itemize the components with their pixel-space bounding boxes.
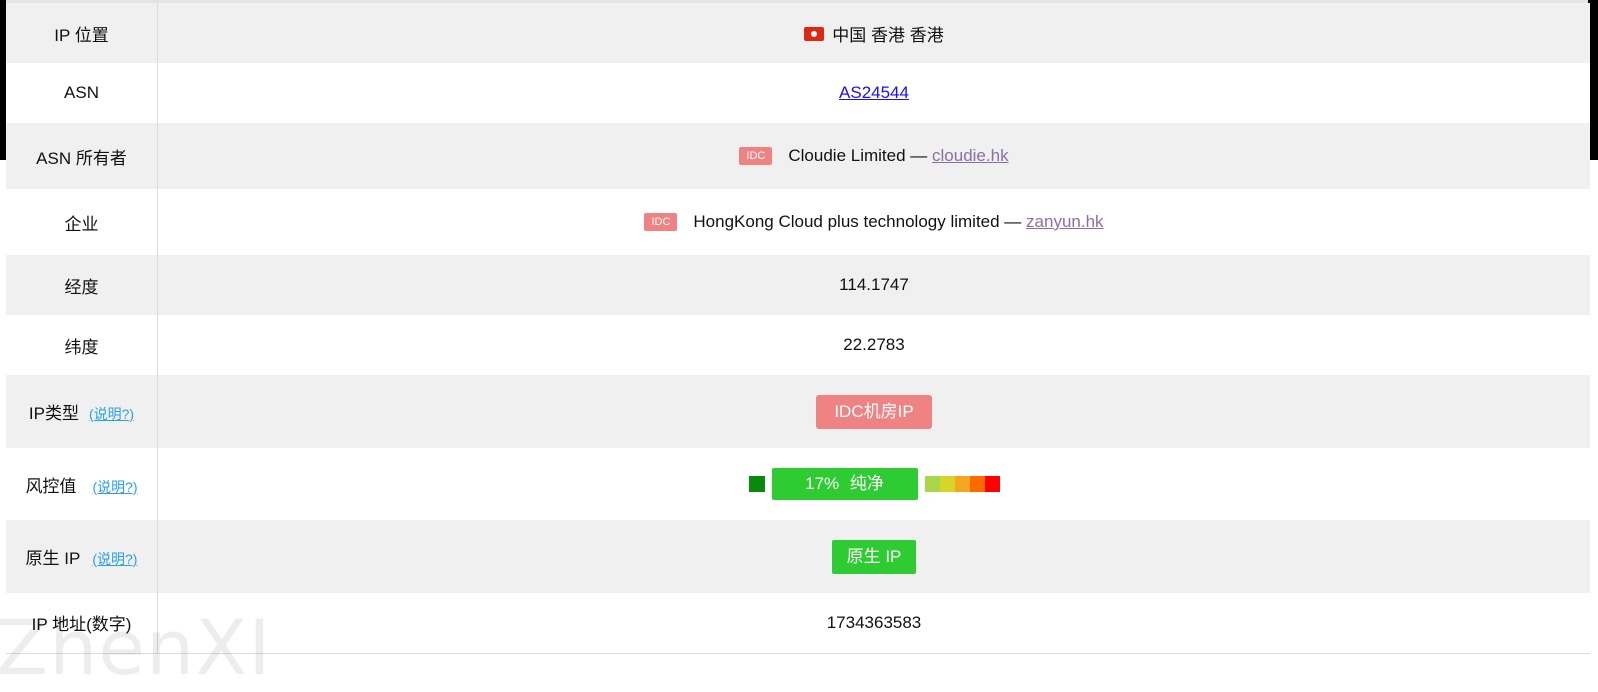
risk-score-pill: 17% 纯净 [771,468,918,500]
row-label: 经度 [6,255,158,315]
longitude-value: 114.1747 [839,275,909,294]
ip-type-help-link[interactable]: (说明?) [89,406,134,422]
enterprise-name: HongKong Cloud plus technology limited — [693,212,1022,231]
idc-badge: IDC [644,212,678,231]
row-label: IP 位置 [6,3,158,63]
table-row-ip-type: IP类型 (说明?) IDC机房IP [6,375,1590,448]
row-label: 风控值 [25,476,77,496]
location-value: 中国 香港 香港 [832,25,944,45]
ip-numeric-value: 1734363583 [157,593,1590,654]
risk-scale-segment-3 [954,476,970,492]
risk-value-cell: 17% 纯净 [158,448,1591,520]
idc-badge: IDC [739,146,773,165]
asn-owner-domain-link[interactable]: cloudie.hk [932,146,1009,165]
risk-scale-segment-2 [939,476,955,492]
latitude-value: 22.2783 [843,335,905,354]
row-label: 企业 [6,189,158,255]
native-ip-help-link[interactable]: (说明?) [92,551,137,567]
asn-owner-name: Cloudie Limited — [788,146,928,165]
table-row-asn-owner: ASN 所有者 IDC Cloudie Limited — cloudie.hk [6,123,1590,189]
table-row-enterprise: 企业 IDC HongKong Cloud plus technology lim… [6,189,1590,255]
row-label: IP类型 [28,404,79,423]
risk-color-scale [924,476,1000,492]
enterprise-domain-link[interactable]: zanyun.hk [1026,212,1104,231]
hong-kong-flag-icon [804,27,825,42]
ip-type-badge: IDC机房IP [816,394,932,429]
row-label: ASN 所有者 [6,123,158,189]
asn-owner-value-cell: IDC Cloudie Limited — cloudie.hk [158,123,1591,189]
risk-low-marker [748,476,765,492]
row-label: 原生 IP [25,549,81,568]
location-value-cell: 中国 香港 香港 [158,3,1591,63]
row-label-with-help: IP类型 (说明?) [6,375,158,448]
watermark: ZhenXI [0,603,272,692]
enterprise-value-cell: IDC HongKong Cloud plus technology limite… [158,189,1591,255]
asn-link[interactable]: AS24544 [839,83,909,102]
risk-scale-segment-5 [984,476,1000,492]
risk-scale-segment-1 [924,476,940,492]
row-label-with-help: 风控值 (说明?) [6,448,158,520]
ip-info-table: IP 位置 中国 香港 香港 ASN AS24544 ASN 所有者 IDC Cl… [6,3,1590,654]
table-row-native-ip: 原生 IP (说明?) 原生 IP [6,520,1590,593]
table-row-risk: 风控值 (说明?) 17% 纯净 [6,448,1590,520]
native-ip-value-cell: 原生 IP [158,520,1591,593]
row-label: 纬度 [6,315,158,375]
risk-scale-segment-4 [969,476,985,492]
row-label: ASN [6,63,158,123]
table-row-asn: ASN AS24544 [6,63,1590,123]
row-label-with-help: 原生 IP (说明?) [6,520,158,593]
table-row-longitude: 经度 114.1747 [6,255,1590,315]
risk-meter: 17% 纯净 [748,468,1000,500]
native-ip-badge: 原生 IP [832,539,916,574]
asn-value-cell: AS24544 [158,63,1591,123]
risk-help-link[interactable]: (说明?) [92,479,137,495]
ip-type-value-cell: IDC机房IP [158,375,1591,448]
table-row-latitude: 纬度 22.2783 [6,315,1590,375]
table-row-location: IP 位置 中国 香港 香港 [6,3,1590,63]
